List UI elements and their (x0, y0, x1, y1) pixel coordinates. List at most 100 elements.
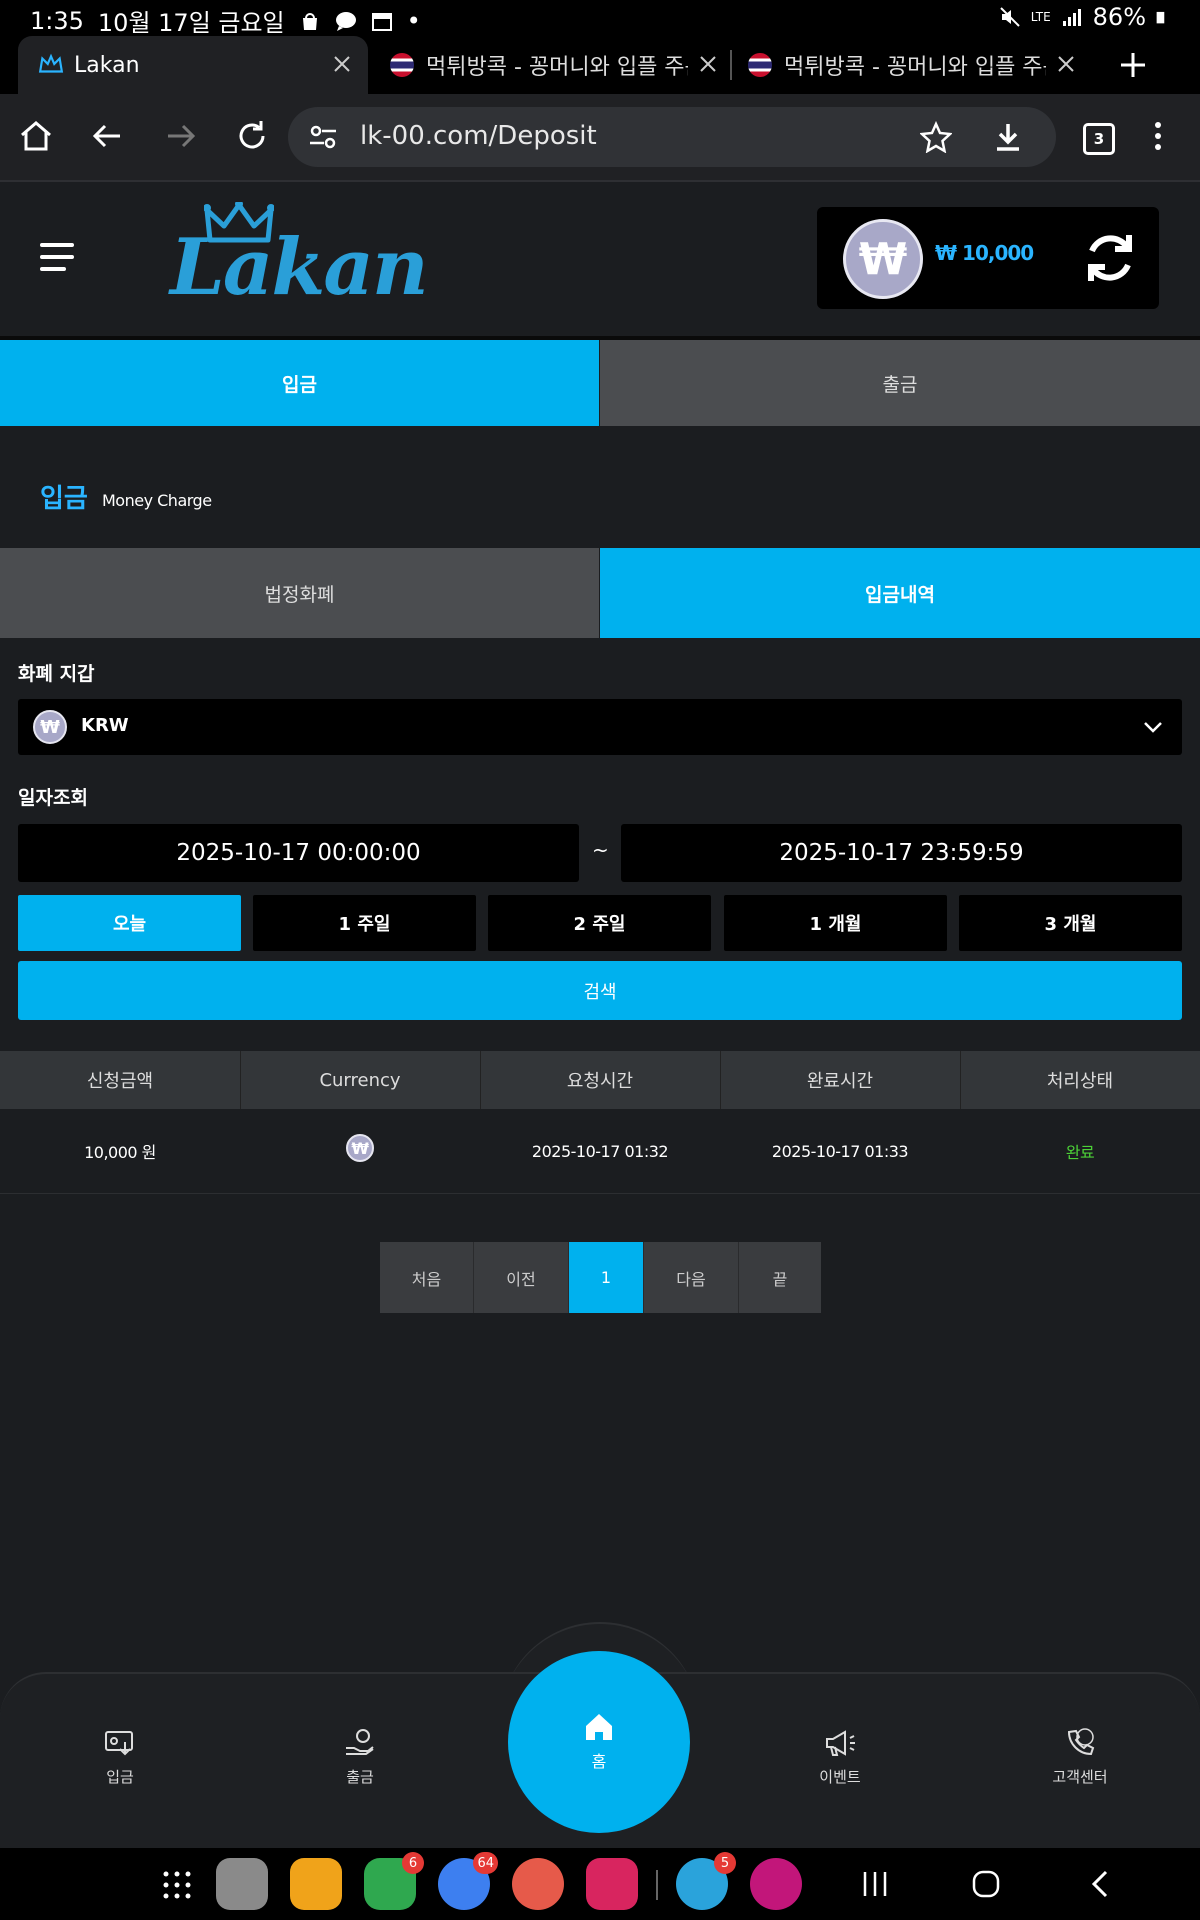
tab-title: Lakan (74, 52, 140, 78)
tab-switcher-button[interactable]: 3 (1083, 123, 1115, 155)
tab-fiat[interactable]: 법정화폐 (0, 548, 599, 638)
close-tab-icon[interactable] (696, 52, 720, 76)
shopping-bag-icon (302, 12, 317, 30)
dock-divider (656, 1870, 658, 1900)
period-2week-button[interactable]: 2 주일 (488, 895, 711, 951)
page-current-button[interactable]: 1 (569, 1242, 644, 1313)
won-coin-icon: ₩ (346, 1134, 374, 1162)
dock-app-messages-icon[interactable]: 64 (438, 1852, 498, 1910)
browser-tab-2[interactable]: 먹튀방콕 - 꽁머니와 입플 주는 (390, 36, 720, 94)
nav-label: 고객센터 (1052, 1768, 1108, 1786)
won-coin-icon: ₩ (843, 219, 923, 299)
period-3month-button[interactable]: 3 개월 (959, 895, 1182, 951)
page-next-button[interactable]: 다음 (644, 1242, 739, 1313)
site-logo[interactable]: Lakan (170, 202, 430, 317)
support-24-icon (1067, 1728, 1095, 1756)
crown-favicon-icon (38, 53, 64, 73)
more-menu-icon[interactable] (1140, 118, 1176, 154)
nav-label: 출금 (346, 1768, 374, 1786)
cell-amount: 10,000 원 (84, 1143, 156, 1162)
close-tab-icon[interactable] (1054, 52, 1078, 76)
home-icon (586, 1714, 612, 1740)
home-circle-icon[interactable] (970, 1868, 1002, 1900)
nav-event[interactable]: 이벤트 (780, 1726, 900, 1787)
site-header: Lakan ₩ ₩ 10,000 (0, 182, 1200, 336)
won-coin-icon: ₩ (33, 710, 67, 744)
dock-app-internet-icon[interactable] (216, 1858, 268, 1910)
browser-tab-strip: Lakan 먹튀방콕 - 꽁머니와 입플 주는 먹튀방콕 - 꽁머니와 입플 주… (0, 36, 1200, 94)
chat-icon (335, 11, 356, 31)
dot-icon: • (406, 6, 421, 35)
tab-title: 먹튀방콕 - 꽁머니와 입플 주는 (784, 55, 1046, 80)
browser-tab-3[interactable]: 먹튀방콕 - 꽁머니와 입플 주는 (748, 36, 1078, 94)
nav-withdraw[interactable]: 출금 (300, 1726, 420, 1787)
page-prev-button[interactable]: 이전 (474, 1242, 569, 1313)
hamburger-menu-icon[interactable] (40, 240, 74, 274)
nav-label: 홈 (591, 1752, 607, 1771)
logo-text: Lakan (170, 222, 429, 313)
tab-withdraw[interactable]: 출금 (600, 340, 1200, 426)
back-arrow-icon[interactable] (90, 118, 126, 154)
date-label: 일자조회 (18, 787, 88, 809)
tab-deposit[interactable]: 입금 (0, 340, 599, 426)
cell-request-time: 2025-10-17 01:32 (531, 1141, 669, 1161)
messages-badge: 64 (473, 1852, 498, 1874)
pagination: 처음 이전 1 다음 끝 (380, 1242, 821, 1313)
page-first-button[interactable]: 처음 (380, 1242, 474, 1313)
wallet-label: 화폐 지갑 (18, 663, 95, 685)
new-tab-plus-icon[interactable] (1118, 50, 1148, 80)
dock-app-telegram-icon[interactable]: 5 (676, 1852, 736, 1910)
refresh-icon[interactable] (1083, 231, 1137, 285)
browser-tab-lakan[interactable]: Lakan (18, 36, 368, 94)
tab-title: 먹튀방콕 - 꽁머니와 입플 주는 (426, 55, 688, 80)
section-subtitle: Money Charge (102, 491, 212, 510)
wallet-balance: ₩ 10,000 (935, 241, 1034, 265)
period-1month-button[interactable]: 1 개월 (724, 895, 947, 951)
status-time: 1:35 (30, 6, 84, 35)
forward-arrow-icon[interactable] (162, 118, 198, 154)
battery-level: 86% (1092, 3, 1146, 31)
address-bar[interactable]: lk-00.com/Deposit (288, 107, 1056, 167)
nav-support[interactable]: 고객센터 (1020, 1726, 1140, 1787)
recent-apps-icon[interactable] (860, 1868, 890, 1900)
period-1week-button[interactable]: 1 주일 (253, 895, 476, 951)
browser-toolbar: lk-00.com/Deposit 3 (0, 94, 1200, 182)
dock-app-camera-icon[interactable] (586, 1858, 638, 1910)
period-today-button[interactable]: 오늘 (18, 895, 241, 951)
close-tab-icon[interactable] (330, 52, 354, 76)
currency-select[interactable]: ₩ KRW (18, 699, 1182, 755)
download-icon[interactable] (992, 121, 1024, 153)
wallet-balance-box: ₩ ₩ 10,000 (817, 207, 1159, 309)
currency-value: KRW (81, 715, 129, 736)
home-icon[interactable] (18, 118, 54, 154)
nav-deposit[interactable]: 입금 (60, 1726, 180, 1787)
date-from-input[interactable]: 2025-10-17 00:00:00 (18, 824, 579, 882)
chevron-down-icon (1144, 722, 1162, 733)
status-bar: 1:35 10월 17일 금요일 • LTE 86% (0, 0, 1200, 37)
reload-icon[interactable] (234, 118, 270, 154)
bookmark-star-icon[interactable] (920, 121, 952, 153)
thai-flag-favicon-icon (748, 53, 772, 77)
cell-complete-time: 2025-10-17 01:33 (771, 1141, 909, 1161)
phone-badge: 6 (402, 1852, 424, 1874)
deposit-icon (105, 1731, 133, 1756)
tab-deposit-history[interactable]: 입금내역 (600, 548, 1200, 638)
column-header-currency: Currency (240, 1051, 481, 1109)
cell-status: 완료 (1065, 1143, 1095, 1162)
dock-app-uplus-icon[interactable] (750, 1858, 802, 1910)
back-chevron-icon[interactable] (1088, 1868, 1112, 1900)
search-button[interactable]: 검색 (18, 961, 1182, 1020)
dock-app-contacts-icon[interactable] (512, 1858, 564, 1910)
site-settings-icon[interactable] (308, 122, 338, 152)
page-last-button[interactable]: 끝 (739, 1242, 821, 1313)
thai-flag-favicon-icon (390, 53, 414, 77)
calendar-icon (371, 12, 392, 31)
date-to-input[interactable]: 2025-10-17 23:59:59 (621, 824, 1182, 882)
app-drawer-icon[interactable] (162, 1870, 192, 1900)
column-header-amount: 신청금액 (0, 1051, 241, 1109)
android-navigation-bar: 6 64 5 (0, 1848, 1200, 1920)
dock-app-files-icon[interactable] (290, 1858, 342, 1910)
network-type: LTE (1030, 10, 1051, 24)
nav-home-button[interactable]: 홈 (508, 1651, 690, 1833)
dock-app-phone-icon[interactable]: 6 (364, 1852, 424, 1910)
